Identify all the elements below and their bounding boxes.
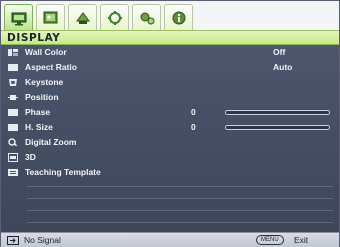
- menu-item-h-size[interactable]: H. Size 0: [1, 120, 339, 135]
- picture-icon: [43, 11, 57, 23]
- h-size-slider[interactable]: [225, 125, 330, 130]
- exit-label[interactable]: Exit: [294, 235, 308, 245]
- menu-header: DISPLAY: [1, 30, 339, 45]
- osd-menu-window: DISPLAY Wall Color Off Aspect Ratio Auto…: [0, 0, 340, 247]
- menu-item-label: Digital Zoom: [25, 137, 77, 147]
- menu-item-label: Phase: [25, 107, 51, 117]
- tab-setup-advanced[interactable]: [100, 4, 129, 30]
- 3d-icon: [8, 153, 18, 162]
- signal-status: No Signal: [24, 235, 61, 245]
- menu-panel: Wall Color Off Aspect Ratio Auto Keyston…: [1, 45, 339, 232]
- phase-icon: [8, 109, 18, 116]
- menu-item-phase[interactable]: Phase 0: [1, 105, 339, 120]
- empty-row-divider: [27, 210, 333, 211]
- menu-key-badge: MENU: [256, 235, 284, 245]
- tab-system-settings[interactable]: [132, 4, 161, 30]
- menu-item-label: 3D: [25, 152, 36, 162]
- h-size-icon: [8, 124, 18, 131]
- tab-picture[interactable]: [36, 4, 65, 30]
- system-settings-icon: [140, 12, 154, 24]
- digital-zoom-icon: [8, 138, 18, 147]
- menu-item-value: 0: [191, 107, 196, 117]
- tab-setup-basic[interactable]: [68, 4, 97, 30]
- tab-information[interactable]: [164, 4, 193, 30]
- menu-item-aspect-ratio[interactable]: Aspect Ratio Auto: [1, 60, 339, 75]
- menu-item-value: Auto: [273, 62, 293, 72]
- menu-item-digital-zoom[interactable]: Digital Zoom: [1, 135, 339, 150]
- menu-item-position[interactable]: Position: [1, 90, 339, 105]
- teaching-template-icon: [8, 169, 18, 176]
- aspect-ratio-icon: [8, 64, 18, 71]
- keystone-icon: [9, 79, 17, 86]
- menu-item-keystone[interactable]: Keystone: [1, 75, 339, 90]
- menu-item-label: Teaching Template: [25, 167, 101, 177]
- menu-item-label: Wall Color: [25, 47, 67, 57]
- menu-item-value: 0: [191, 122, 196, 132]
- menu-item-label: Keystone: [25, 77, 64, 87]
- empty-row-divider: [27, 222, 333, 223]
- menu-item-label: H. Size: [25, 122, 53, 132]
- status-bar: No Signal MENU Exit: [1, 232, 339, 247]
- page-title: DISPLAY: [7, 32, 61, 44]
- information-icon: [172, 11, 185, 24]
- setup-advanced-icon: [107, 10, 122, 25]
- display-monitor-icon: [11, 12, 26, 25]
- position-icon: [8, 95, 18, 100]
- menu-item-value: Off: [273, 47, 286, 57]
- wall-color-icon: [8, 49, 18, 56]
- menu-item-label: Aspect Ratio: [25, 62, 77, 72]
- input-source-icon: [7, 236, 19, 245]
- menu-item-3d[interactable]: 3D: [1, 150, 339, 165]
- empty-row-divider: [27, 198, 333, 199]
- empty-row-divider: [27, 186, 333, 187]
- menu-tab-strip: [4, 4, 193, 30]
- menu-item-teaching-template[interactable]: Teaching Template: [1, 165, 339, 180]
- phase-slider[interactable]: [225, 110, 330, 115]
- menu-item-label: Position: [25, 92, 59, 102]
- tab-display[interactable]: [4, 4, 33, 30]
- setup-basic-icon: [75, 11, 90, 24]
- menu-item-wall-color[interactable]: Wall Color Off: [1, 45, 339, 60]
